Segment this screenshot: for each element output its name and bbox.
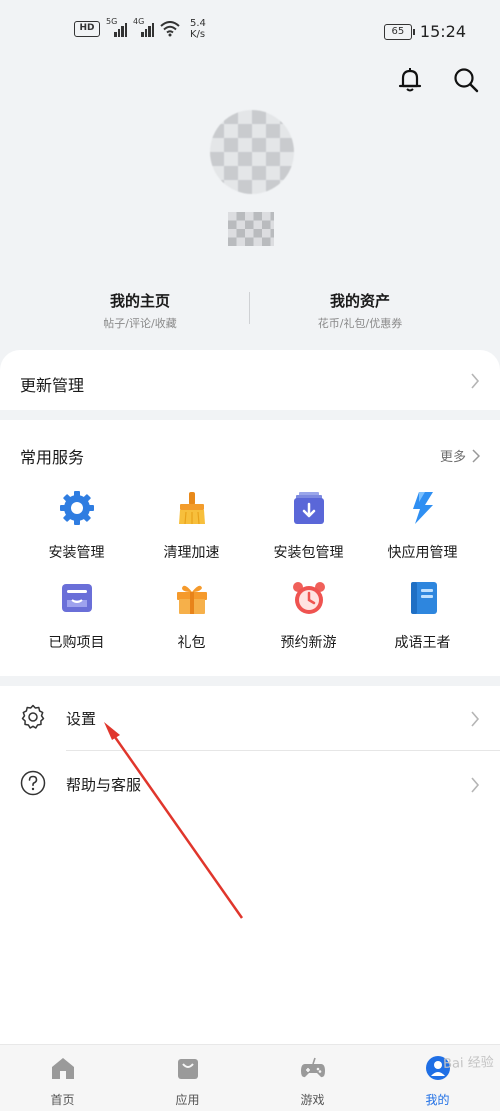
bottom-navigation: 首页 应用 游戏 我的 <box>0 1044 500 1111</box>
service-label: 快应用管理 <box>387 545 458 561</box>
service-package-manage[interactable]: 安装包管理 <box>246 490 371 562</box>
package-icon <box>293 492 324 524</box>
watermark: Bai 经验 <box>443 1055 495 1072</box>
home-icon <box>51 1058 74 1079</box>
profile-quick-links: 我的主页 帖子/评论/收藏 我的资产 花币/礼包/优惠券 <box>0 290 500 330</box>
service-purchased[interactable]: 已购项目 <box>14 580 139 652</box>
update-management-row[interactable]: 更新管理 <box>0 350 500 410</box>
chevron-right-icon <box>472 448 480 463</box>
service-label: 礼包 <box>177 635 206 651</box>
service-quick-app-manage[interactable]: 快应用管理 <box>360 490 485 562</box>
signal-5g-icon: 5G <box>106 17 127 37</box>
my-assets-title: 我的资产 <box>329 292 390 310</box>
service-label: 清理加速 <box>163 545 220 561</box>
settings-gear-icon <box>21 704 45 729</box>
status-bar: HD 5G 4G 5.4 K/s 65 15:24 <box>0 0 500 62</box>
network-speed: 5.4 K/s <box>190 18 206 40</box>
my-assets-link[interactable]: 我的资产 花币/礼包/优惠券 <box>240 290 480 331</box>
my-homepage-subtitle: 帖子/评论/收藏 <box>103 317 177 330</box>
help-row[interactable]: 帮助与客服 <box>0 752 500 816</box>
my-homepage-link[interactable]: 我的主页 帖子/评论/收藏 <box>20 290 260 331</box>
nav-home[interactable]: 首页 <box>0 1055 125 1108</box>
settings-row[interactable]: 设置 <box>0 686 500 750</box>
service-reserve-game[interactable]: 预约新游 <box>246 580 371 652</box>
chevron-right-icon <box>471 373 480 389</box>
nav-games[interactable]: 游戏 <box>250 1055 375 1108</box>
chevron-right-icon <box>471 711 480 727</box>
gear-blue-icon <box>59 491 94 525</box>
service-label: 安装包管理 <box>273 545 344 561</box>
nav-label: 我的 <box>425 1093 450 1107</box>
service-label: 预约新游 <box>280 635 337 651</box>
more-label: 更多 <box>439 450 466 465</box>
bell-icon[interactable] <box>396 66 424 94</box>
gift-icon <box>176 585 207 614</box>
service-label: 已购项目 <box>48 635 105 651</box>
nav-apps[interactable]: 应用 <box>125 1055 250 1108</box>
avatar[interactable] <box>210 110 294 194</box>
help-icon <box>20 770 46 796</box>
search-icon[interactable] <box>452 66 480 94</box>
nav-label: 应用 <box>175 1093 200 1107</box>
service-label: 安装管理 <box>48 545 105 561</box>
clock: 15:24 <box>419 22 466 41</box>
broom-icon <box>178 492 205 525</box>
common-services-card: 常用服务 更多 安装管理 清理加速 安装包管理 快应用管理 已购项目 礼包 预约… <box>0 420 500 676</box>
update-management-label: 更新管理 <box>20 376 85 395</box>
service-idiom-king[interactable]: 成语王者 <box>360 580 485 652</box>
book-icon <box>410 582 437 614</box>
list-divider <box>66 750 500 751</box>
settings-label: 设置 <box>66 710 97 728</box>
username-blurred <box>228 212 274 246</box>
wifi-icon <box>160 21 180 37</box>
services-title: 常用服务 <box>20 448 85 467</box>
alarm-clock-icon <box>292 582 325 614</box>
my-assets-subtitle: 花币/礼包/优惠券 <box>317 317 403 330</box>
chevron-right-icon <box>471 777 480 793</box>
apps-bag-icon <box>177 1059 198 1079</box>
battery-icon: 65 <box>383 23 415 40</box>
lightning-icon <box>412 492 433 524</box>
signal-4g-icon: 4G <box>133 17 154 37</box>
help-label: 帮助与客服 <box>66 776 142 794</box>
service-clean-speed[interactable]: 清理加速 <box>129 490 254 562</box>
purchased-icon <box>61 584 92 612</box>
gamepad-icon <box>300 1057 325 1078</box>
service-install-manage[interactable]: 安装管理 <box>14 490 139 562</box>
more-button[interactable]: 更多 <box>440 446 480 465</box>
service-label: 成语王者 <box>394 635 451 651</box>
service-gift[interactable]: 礼包 <box>129 580 254 652</box>
nav-label: 首页 <box>50 1093 75 1107</box>
nav-label: 游戏 <box>300 1093 325 1107</box>
hd-badge: HD <box>74 21 100 37</box>
my-homepage-title: 我的主页 <box>109 292 170 310</box>
